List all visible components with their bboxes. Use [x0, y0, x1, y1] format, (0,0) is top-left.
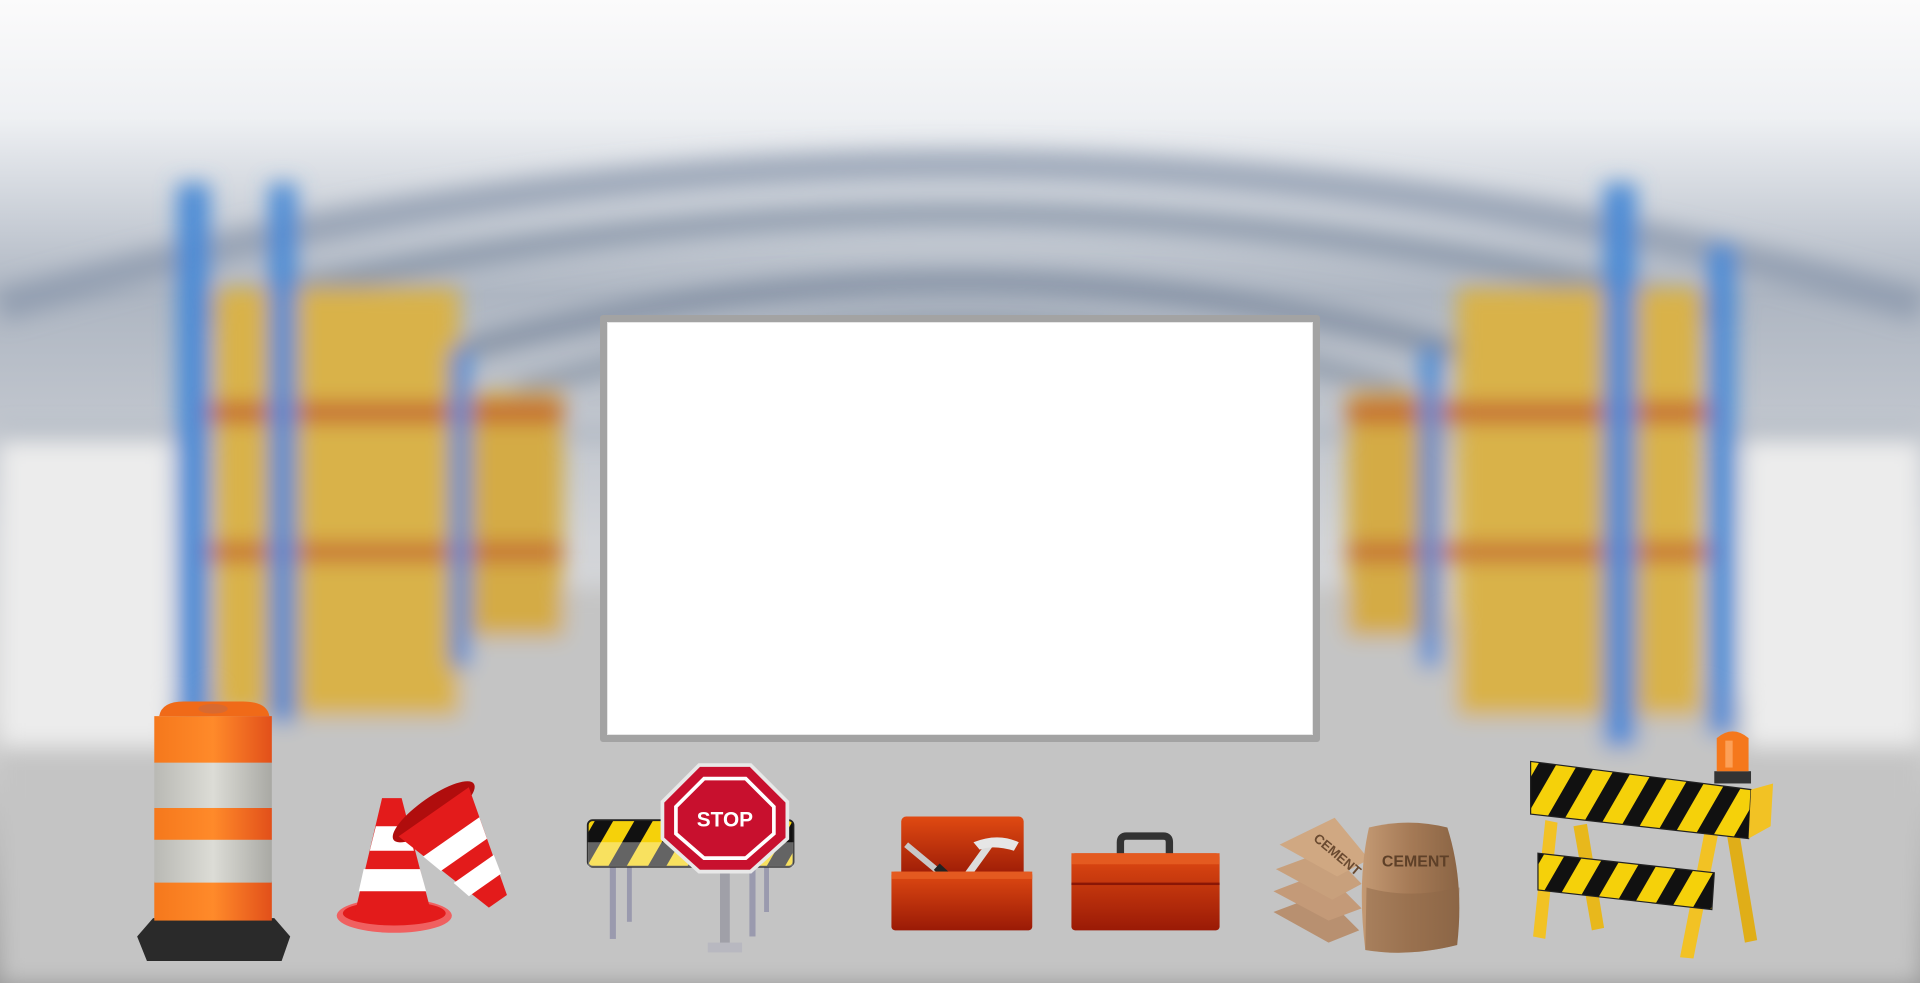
cement-bag-text: CEMENT	[1382, 854, 1449, 871]
traffic-barrel-icon	[137, 701, 291, 961]
stop-sign-text: STOP	[697, 808, 753, 831]
open-toolbox-icon	[891, 816, 1033, 931]
content-frame	[600, 315, 1320, 742]
